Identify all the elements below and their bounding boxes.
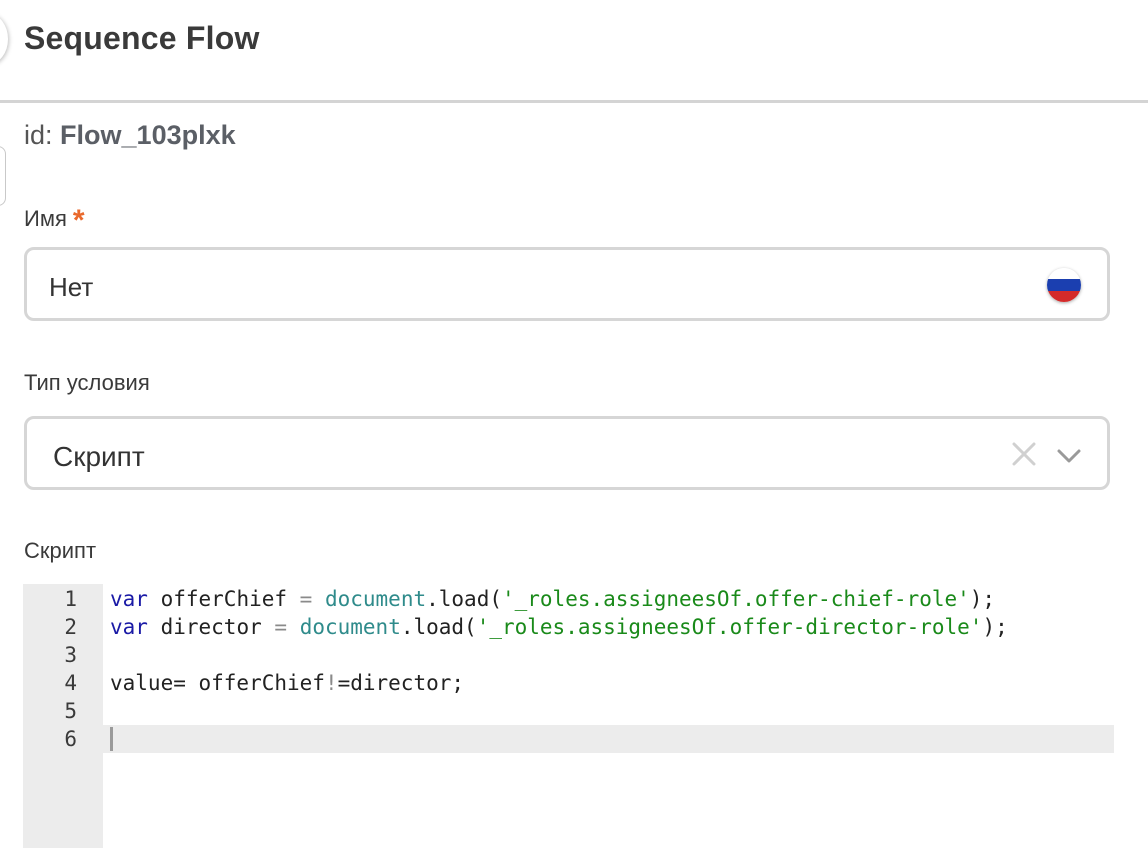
code-token: .load(: [400, 615, 477, 639]
name-label-text: Имя: [24, 206, 67, 231]
text-cursor: [110, 727, 113, 751]
script-label: Скрипт: [24, 538, 97, 563]
element-id-label: id:: [24, 120, 53, 150]
russia-flag-icon[interactable]: [1047, 268, 1081, 302]
close-icon[interactable]: [1009, 439, 1039, 469]
element-id: id: Flow_103plxk: [24, 120, 236, 151]
condition-type-label: Тип условия: [24, 370, 150, 395]
code-token: =director;: [337, 671, 465, 695]
line-number: 4: [64, 671, 77, 695]
line-number: 3: [64, 643, 77, 667]
condition-type-select[interactable]: Скрипт: [24, 416, 1110, 490]
code-token: var: [110, 615, 148, 639]
code-token: .load(: [426, 587, 502, 611]
panel-title: Sequence Flow: [24, 20, 260, 56]
line-number: 2: [64, 615, 77, 639]
name-label: Имя *: [24, 200, 85, 237]
code-text: var offerChief = document.load('_roles.a…: [110, 585, 995, 613]
code-token: );: [969, 587, 996, 611]
properties-panel: Sequence Flow id: Flow_103plxk Имя * Нет …: [0, 0, 1148, 848]
code-token: =: [299, 587, 313, 611]
line-number: 5: [64, 699, 77, 723]
code-line[interactable]: 4 value= offerChief!=director;: [23, 669, 1114, 697]
script-editor[interactable]: 1 var offerChief = document.load('_roles.…: [23, 584, 1114, 848]
code-text: var director = document.load('_roles.ass…: [110, 613, 1008, 641]
code-token: document: [299, 615, 401, 639]
code-line[interactable]: 2 var director = document.load('_roles.as…: [23, 613, 1114, 641]
code-line[interactable]: 6: [23, 725, 1114, 753]
chevron-down-icon[interactable]: [1055, 443, 1083, 469]
name-input-value: Нет: [49, 272, 94, 302]
code-token: offerChief: [147, 587, 300, 611]
condition-type-value: Скрипт: [53, 441, 145, 472]
code-line[interactable]: 5: [23, 697, 1114, 725]
code-token: var: [110, 587, 148, 611]
code-text: value= offerChief!=director;: [110, 669, 464, 697]
code-token: );: [982, 615, 1008, 639]
code-token: '_roles.assigneesOf.offer-director-role': [476, 615, 983, 639]
code-token: document: [324, 587, 427, 611]
side-tab-handle[interactable]: [0, 146, 6, 206]
element-id-value: Flow_103plxk: [60, 120, 236, 150]
code-line[interactable]: 3: [23, 641, 1114, 669]
code-line[interactable]: 1 var offerChief = document.load('_roles.…: [23, 585, 1114, 613]
name-input[interactable]: Нет: [24, 247, 1110, 321]
required-mark: *: [72, 204, 85, 237]
panel-header: Sequence Flow: [0, 0, 1148, 103]
code-token: director: [147, 615, 275, 639]
line-number: 6: [64, 727, 77, 751]
code-token: =: [274, 615, 288, 639]
code-token: '_roles.assigneesOf.offer-chief-role': [501, 587, 970, 611]
line-number: 1: [64, 587, 77, 611]
code-token: !: [324, 671, 338, 695]
code-token: value= offerChief: [110, 671, 325, 695]
